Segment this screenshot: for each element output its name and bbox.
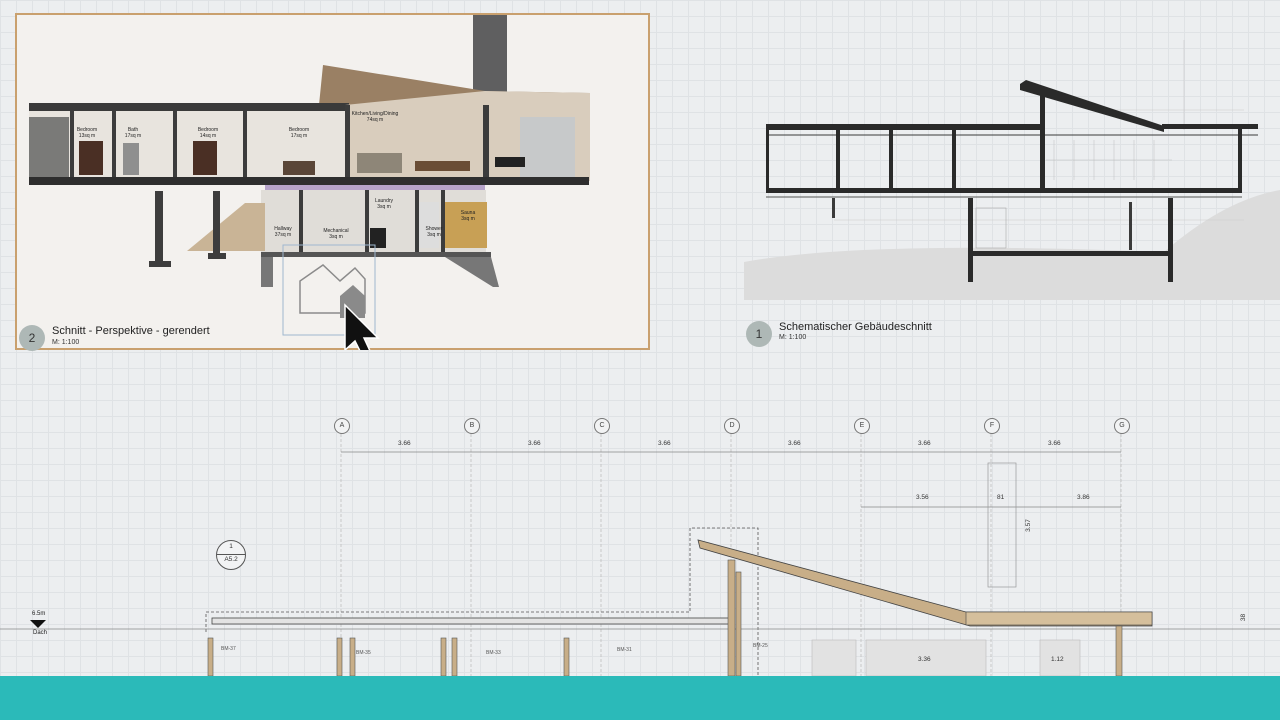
ground-hatch xyxy=(744,190,1280,300)
floor-slab xyxy=(29,177,589,185)
dimension-label: 1.12 xyxy=(1051,656,1064,663)
gridline-bubble[interactable]: C xyxy=(594,418,610,434)
viewport-title[interactable]: Schnitt - Perspektive - gerendert xyxy=(52,325,210,337)
viewport-scale: M: 1:100 xyxy=(52,339,80,346)
left-roof xyxy=(29,103,349,111)
dimension-label: 3.66 xyxy=(398,440,411,447)
beam-label: BM-31 xyxy=(617,647,632,653)
dimension-label: 81 xyxy=(997,494,1005,501)
dimension-label: 3.66 xyxy=(528,440,541,447)
flat-roof-beam xyxy=(211,617,733,625)
deck xyxy=(187,203,265,251)
dimension-label: 3.56 xyxy=(916,494,929,501)
viewport-scale: M: 1:100 xyxy=(779,334,807,341)
room-label: Mechanical 3sq m xyxy=(323,228,349,240)
gridline-bubble[interactable]: E xyxy=(854,418,870,434)
viewport-number-badge[interactable]: 2 xyxy=(19,325,45,351)
room-label: Kitchen/Living/Dining 74sq m xyxy=(351,111,399,123)
dimension-label: 3.57 xyxy=(1024,519,1032,532)
gridline-bubble[interactable]: F xyxy=(984,418,1000,434)
bottom-accent-bar xyxy=(0,676,1280,720)
beam-label: BM-37 xyxy=(221,646,236,652)
room-label: Hallway 37sq m xyxy=(274,226,292,238)
gridline-bubble[interactable]: B xyxy=(464,418,480,434)
beam-label: BM-35 xyxy=(356,650,371,656)
room-label: Bedroom 17sq m xyxy=(288,127,310,139)
dimension-label: 3.66 xyxy=(1048,440,1061,447)
viewport-title[interactable]: Schematischer Gebäudeschnitt xyxy=(779,321,932,333)
room-label: Bedroom 13sq m xyxy=(76,127,98,139)
level-elevation: 6.5m xyxy=(32,611,46,617)
room-label: Bath 17sq m xyxy=(124,127,142,139)
viewport-number-badge[interactable]: 1 xyxy=(746,321,772,347)
rendered-section-drawing xyxy=(29,15,590,350)
sauna-room xyxy=(445,202,487,248)
room-label: Laundry 3sq m xyxy=(374,198,394,210)
dimension-label: 3.66 xyxy=(788,440,801,447)
gridline-bubble[interactable]: G xyxy=(1114,418,1130,434)
room-label: Bedroom 14sq m xyxy=(197,127,219,139)
gridline-bubble[interactable]: D xyxy=(724,418,740,434)
dimension-label: 3.66 xyxy=(658,440,671,447)
dimension-label: 3.86 xyxy=(1077,494,1090,501)
beam-label: BM-25 xyxy=(753,643,768,649)
schematic-section-drawing[interactable] xyxy=(744,40,1280,305)
gridline-bubble[interactable]: A xyxy=(334,418,350,434)
dimension-label: 38 xyxy=(1240,613,1248,622)
level-name: Dach xyxy=(33,630,48,636)
section-marker[interactable]: 1 A5.2 xyxy=(216,540,246,570)
beam-label: BM-33 xyxy=(486,650,501,656)
room-label: Shower 3sq m xyxy=(425,226,443,238)
room-label: Sauna 3sq m xyxy=(460,210,476,222)
bottom-section-drawing xyxy=(0,434,1280,676)
dimension-label: 3.36 xyxy=(918,656,931,663)
dimension-label: 3.66 xyxy=(918,440,931,447)
